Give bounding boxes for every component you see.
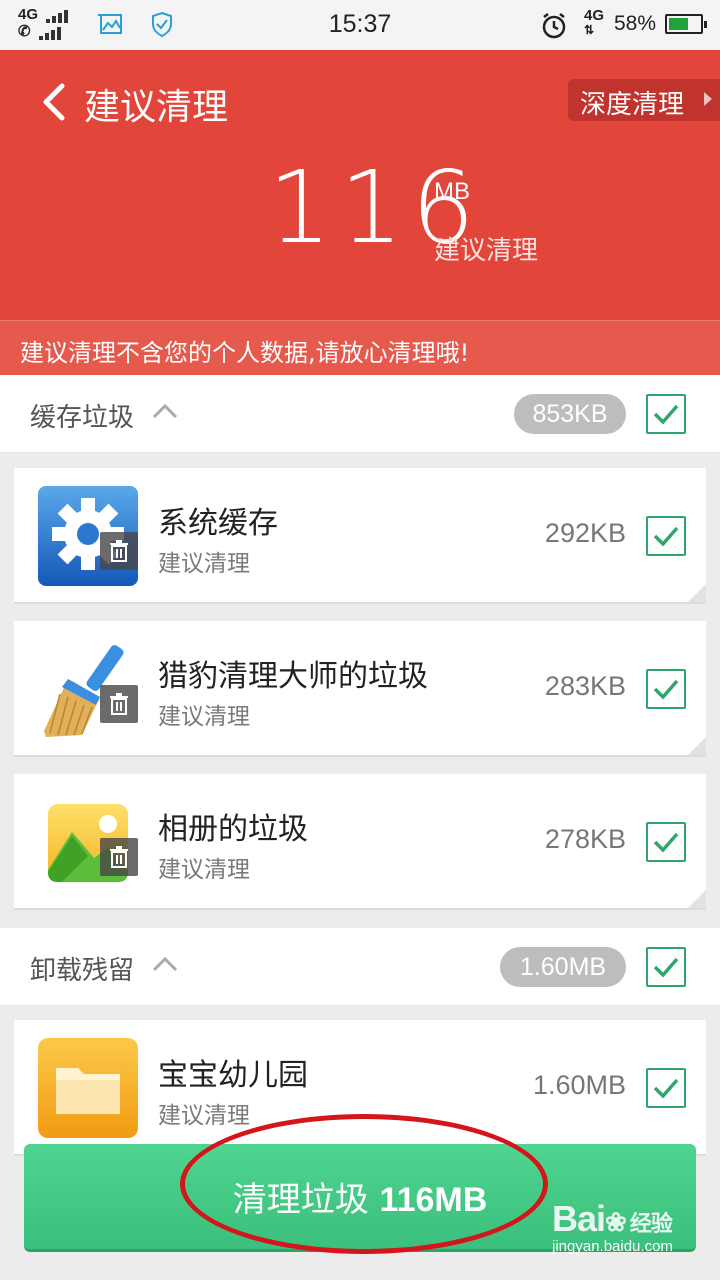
- section-checkbox[interactable]: [646, 394, 686, 434]
- check-icon: [653, 526, 679, 547]
- check-icon: [653, 832, 679, 853]
- item-recommendation: 建议清理: [158, 704, 250, 730]
- section-uninstall-residue[interactable]: 卸载残留 1.60MB: [0, 928, 720, 1006]
- check-icon: [653, 404, 679, 425]
- highlight-annotation: [180, 1114, 548, 1254]
- chevron-right-icon: [704, 92, 712, 106]
- item-checkbox[interactable]: [646, 516, 686, 556]
- item-recommendation: 建议清理: [158, 551, 250, 577]
- deep-clean-label: 深度清理: [580, 90, 685, 120]
- trash-icon: [100, 532, 138, 570]
- paw-icon: ❀: [605, 1207, 627, 1237]
- item-size: 283KB: [544, 671, 626, 701]
- watermark-url: jingyan.baidu.com: [552, 1238, 673, 1255]
- trash-icon: [100, 838, 138, 876]
- section-checkbox[interactable]: [646, 947, 686, 987]
- item-size: 278KB: [544, 824, 626, 854]
- watermark-logo: Bai❀ 经验: [552, 1198, 673, 1240]
- item-recommendation: 建议清理: [158, 1103, 250, 1129]
- item-checkbox[interactable]: [646, 1068, 686, 1108]
- list-item-gallery-junk[interactable]: 相册的垃圾 建议清理 278KB: [14, 774, 706, 910]
- summary-header: 建议清理 深度清理 116 MB 建议清理 建议清理不含您的个人数据,请放心清理…: [0, 50, 720, 375]
- section-size-badge: 1.60MB: [500, 947, 626, 987]
- item-name: 系统缓存: [158, 506, 278, 541]
- total-junk-unit: MB: [434, 178, 470, 205]
- section-label: 缓存垃圾: [30, 403, 135, 433]
- check-icon: [653, 1078, 679, 1099]
- trash-icon: [100, 685, 138, 723]
- check-icon: [653, 957, 679, 978]
- item-checkbox[interactable]: [646, 822, 686, 862]
- item-name: 宝宝幼儿园: [158, 1058, 308, 1093]
- corner-fold: [688, 584, 706, 602]
- chevron-up-icon[interactable]: [152, 403, 178, 419]
- deep-clean-button[interactable]: 深度清理: [568, 79, 720, 121]
- baidu-watermark: Bai❀ 经验 jingyan.baidu.com: [552, 1198, 673, 1255]
- status-bar: 4G ✆ 15:37 4G ⇅ 58%: [0, 0, 720, 50]
- watermark-logo-suffix: 经验: [629, 1211, 673, 1236]
- network-type-right: 4G: [584, 7, 605, 24]
- list-item-cleanmaster-junk[interactable]: 猎豹清理大师的垃圾 建议清理 283KB: [14, 621, 706, 757]
- privacy-notice: 建议清理不含您的个人数据,请放心清理哦!: [0, 320, 720, 375]
- item-recommendation: 建议清理: [158, 857, 250, 883]
- list-item-system-cache[interactable]: 系统缓存 建议清理 292KB: [14, 468, 706, 604]
- section-size-badge: 853KB: [514, 394, 626, 434]
- item-size: 1.60MB: [532, 1070, 626, 1100]
- clock: 15:37: [328, 10, 392, 38]
- section-cache-junk[interactable]: 缓存垃圾 853KB: [0, 375, 720, 453]
- item-size: 292KB: [544, 518, 626, 548]
- folder-icon: [38, 1038, 138, 1138]
- data-arrows-icon: ⇅: [584, 23, 595, 37]
- back-arrow-icon[interactable]: [40, 82, 70, 122]
- corner-fold: [688, 890, 706, 908]
- data-network-indicator: 4G ⇅: [584, 7, 605, 37]
- total-junk-label: 建议清理: [434, 236, 539, 266]
- chevron-up-icon[interactable]: [152, 956, 178, 972]
- check-icon: [653, 679, 679, 700]
- item-name: 相册的垃圾: [158, 812, 308, 847]
- item-checkbox[interactable]: [646, 669, 686, 709]
- section-label: 卸载残留: [30, 956, 135, 986]
- battery-icon: [665, 14, 707, 34]
- alarm-icon: [542, 13, 566, 39]
- battery-percent: 58%: [614, 12, 657, 35]
- item-name: 猎豹清理大师的垃圾: [158, 659, 428, 694]
- page-title: 建议清理: [84, 87, 229, 128]
- corner-fold: [688, 737, 706, 755]
- watermark-logo-text: Bai: [552, 1198, 606, 1239]
